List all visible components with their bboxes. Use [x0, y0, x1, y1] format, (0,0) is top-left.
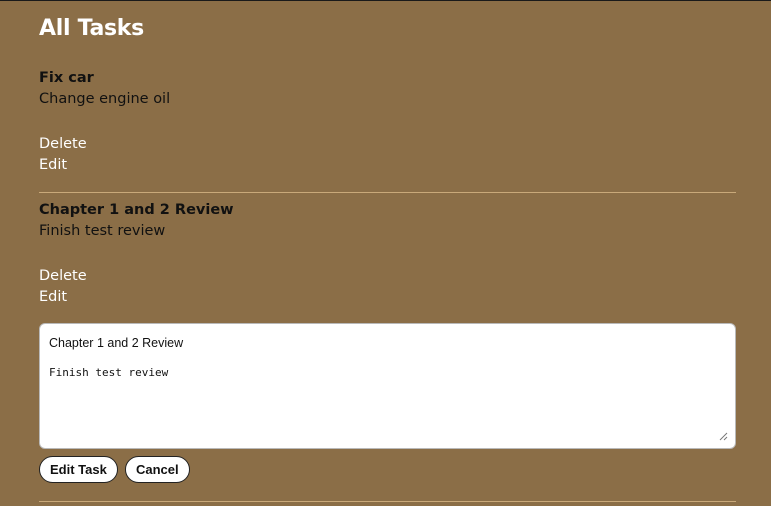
- task-divider: [39, 501, 736, 502]
- task-description-textarea[interactable]: Finish test review: [49, 366, 168, 379]
- delete-link[interactable]: Delete: [39, 268, 87, 284]
- cancel-button[interactable]: Cancel: [125, 456, 190, 483]
- task-title: Fix car: [39, 70, 94, 86]
- delete-link[interactable]: Delete: [39, 136, 87, 152]
- task-title-input[interactable]: Chapter 1 and 2 Review: [49, 336, 183, 350]
- task-divider: [39, 192, 736, 193]
- edit-link[interactable]: Edit: [39, 289, 67, 305]
- task-title: Chapter 1 and 2 Review: [39, 202, 234, 218]
- task-description: Finish test review: [39, 223, 166, 239]
- task-description: Change engine oil: [39, 91, 171, 107]
- page-title: All Tasks: [39, 16, 144, 41]
- edit-task-button[interactable]: Edit Task: [39, 456, 118, 483]
- edit-task-form[interactable]: Chapter 1 and 2 Review Finish test revie…: [39, 323, 736, 449]
- resize-handle-icon[interactable]: [719, 432, 728, 441]
- edit-link[interactable]: Edit: [39, 157, 67, 173]
